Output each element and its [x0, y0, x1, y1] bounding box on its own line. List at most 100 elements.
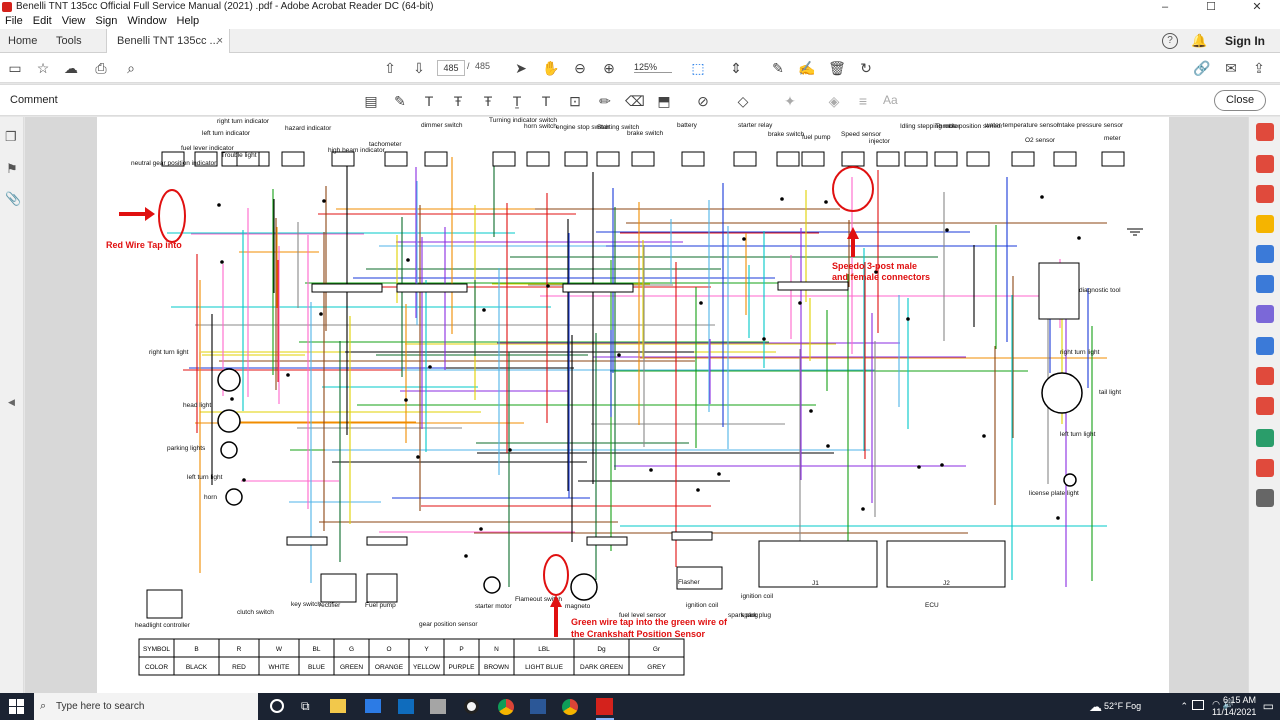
menu-help[interactable]: Help [172, 14, 205, 29]
send-for-review-icon[interactable] [1256, 367, 1274, 385]
underline-text-icon[interactable]: T [420, 92, 438, 110]
text-box-icon[interactable]: ⊡ [566, 92, 584, 110]
bookmark-star-icon[interactable]: ☆ [34, 59, 52, 77]
connector-block [384, 151, 408, 167]
chrome-icon-2[interactable] [562, 699, 578, 715]
menu-file[interactable]: File [0, 14, 28, 29]
attach-file-icon[interactable]: ⊘ [694, 92, 712, 110]
cortana-icon[interactable] [270, 699, 284, 713]
fill-sign-icon[interactable]: ✍ [798, 59, 816, 77]
edit-pdf-icon[interactable] [1256, 185, 1274, 203]
next-page-icon[interactable]: ⇩ [410, 59, 428, 77]
menu-view[interactable]: View [57, 14, 91, 29]
notification-bell-icon[interactable]: 🔔 [1191, 33, 1207, 49]
menu-window[interactable]: Window [122, 14, 171, 29]
attachments-icon[interactable]: 📎 [5, 191, 21, 207]
more-tools-icon[interactable] [1256, 459, 1274, 477]
lamp-symbol [220, 441, 238, 459]
zoom-level-select[interactable]: 125% [634, 62, 672, 73]
tab-home[interactable]: Home [8, 29, 37, 53]
highlight-pen-icon[interactable]: ✎ [391, 92, 409, 110]
share-icon[interactable]: ⇪ [1250, 59, 1268, 77]
expand-left-pane-icon[interactable]: ◀ [8, 397, 15, 408]
sign-pen-icon[interactable]: ✎ [769, 59, 787, 77]
line-weight-icon[interactable]: ≡ [854, 92, 872, 110]
chrome-icon[interactable] [498, 699, 514, 715]
stamp-icon[interactable]: ⬒ [655, 92, 673, 110]
help-icon[interactable]: ? [1162, 33, 1178, 49]
sign-in-button[interactable]: Sign In [1225, 29, 1265, 53]
strikethrough-icon[interactable]: Ŧ [449, 92, 467, 110]
app-icon-2[interactable] [530, 699, 546, 714]
connector-block [1011, 151, 1035, 167]
text-properties-button[interactable]: Aa [883, 93, 898, 107]
task-view-icon[interactable]: ⧉ [301, 699, 310, 714]
file-explorer-icon[interactable] [330, 699, 346, 713]
page-thumbnails-icon[interactable]: ❐ [5, 129, 17, 145]
insert-text-icon[interactable]: Ṯ [508, 92, 526, 110]
scroll-mode-icon[interactable]: ⇕ [727, 59, 745, 77]
link-icon[interactable]: 🔗 [1193, 59, 1211, 77]
rotate-icon[interactable]: ↻ [857, 59, 875, 77]
eraser-icon[interactable]: ⌫ [625, 92, 645, 110]
add-text-icon[interactable]: T [537, 92, 555, 110]
email-icon[interactable]: ✉ [1222, 59, 1240, 77]
zoom-in-icon[interactable]: ⊕ [600, 59, 618, 77]
close-comment-button[interactable]: Close [1214, 90, 1266, 111]
pin-icon[interactable]: ✦ [781, 92, 799, 110]
delete-icon[interactable]: 🗑 [828, 59, 846, 77]
menu-edit[interactable]: Edit [28, 14, 57, 29]
maximize-button[interactable]: ☐ [1188, 0, 1234, 14]
close-window-button[interactable]: ✕ [1234, 0, 1280, 14]
battery-icon[interactable] [1192, 700, 1204, 710]
fill-sign-tool-icon[interactable] [1256, 305, 1274, 323]
draw-pencil-icon[interactable]: ✏ [596, 92, 614, 110]
mail-icon[interactable] [365, 699, 381, 713]
tab-close-icon[interactable]: × [217, 29, 223, 53]
notifications-icon[interactable]: ▭ [1263, 699, 1274, 713]
search-icon[interactable]: ⌕ [122, 59, 140, 77]
clock-date[interactable]: 11/14/2021 [1212, 707, 1256, 717]
request-signatures-icon[interactable] [1256, 429, 1274, 447]
previous-page-icon[interactable]: ⇧ [381, 59, 399, 77]
page-number-input[interactable]: 485 [437, 60, 465, 76]
sticky-note-icon[interactable]: ▤ [362, 92, 380, 110]
outlook-icon[interactable] [398, 699, 414, 714]
scan-ocr-icon[interactable] [1256, 397, 1274, 415]
tab-tools[interactable]: Tools [56, 29, 82, 53]
connector-block [876, 151, 900, 167]
upload-cloud-icon[interactable]: ☁ [62, 59, 80, 77]
comment-tool-icon[interactable] [1256, 215, 1274, 233]
vmware-icon[interactable] [464, 699, 479, 714]
tray-chevron-icon[interactable]: ⌃ [1180, 701, 1188, 712]
tab-document[interactable]: Benelli TNT 135cc ... × [106, 29, 230, 53]
clock-time[interactable]: 6:15 AM [1212, 695, 1256, 705]
app-icon[interactable] [430, 699, 446, 714]
save-icon[interactable]: ▭ [6, 59, 24, 77]
replace-text-icon[interactable]: Ŧ [479, 92, 497, 110]
weather-text[interactable]: 52°F Fog [1104, 701, 1158, 711]
page-fit-icon[interactable]: ⬚ [689, 59, 707, 77]
acrobat-taskbar-icon[interactable] [596, 698, 613, 715]
shapes-icon[interactable]: ◇ [734, 92, 752, 110]
document-view[interactable]: neutral gear position indicator fuel leve… [25, 117, 1248, 693]
weather-cloud-icon[interactable]: ☁ [1089, 699, 1102, 715]
connector-block [681, 151, 705, 167]
menu-sign[interactable]: Sign [90, 14, 122, 29]
create-pdf-icon[interactable] [1256, 155, 1274, 173]
print-icon[interactable]: ⎙ [92, 59, 110, 77]
minimize-button[interactable]: – [1142, 0, 1188, 14]
hand-tool-icon[interactable]: ✋ [542, 59, 560, 77]
zoom-out-icon[interactable]: ⊖ [571, 59, 589, 77]
organize-pages-icon[interactable] [1256, 275, 1274, 293]
select-cursor-icon[interactable]: ➤ [512, 59, 530, 77]
windows-start-icon[interactable] [9, 699, 24, 714]
taskbar-search-box[interactable]: ⌕ Type here to search [34, 693, 258, 720]
fill-color-icon[interactable]: ◈ [825, 92, 843, 110]
protect-icon[interactable] [1256, 337, 1274, 355]
wire-junction [286, 373, 290, 377]
bookmarks-icon[interactable]: ⚑ [6, 161, 18, 177]
combine-files-icon[interactable] [1256, 245, 1274, 263]
export-pdf-icon[interactable] [1256, 123, 1274, 141]
customize-tools-icon[interactable] [1256, 489, 1274, 507]
